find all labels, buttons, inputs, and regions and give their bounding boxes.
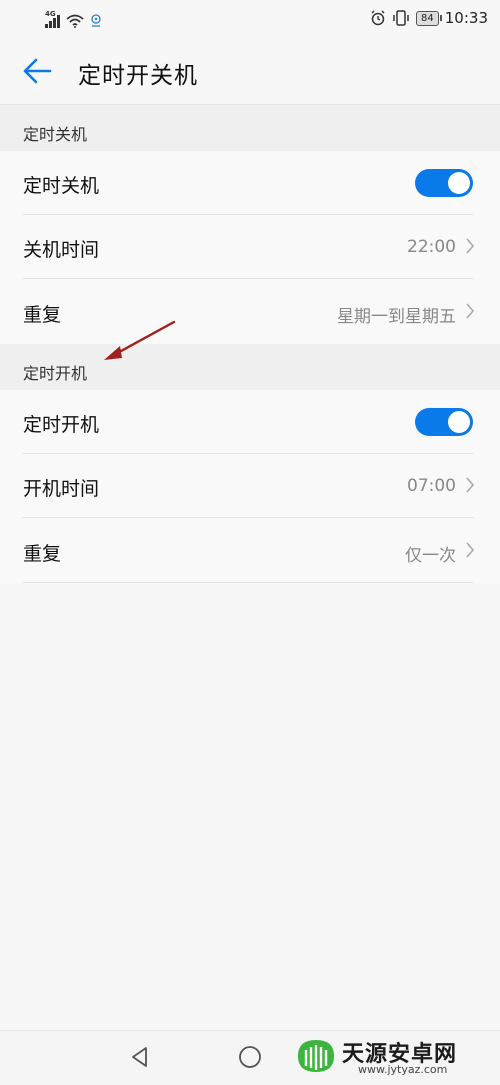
row-value: 22:00 [407,237,456,257]
network-type: 4G [45,10,56,18]
section-title: 定时开机 [23,364,88,383]
row-label: 定时开机 [23,414,100,436]
watermark: 天源安卓网 www.jytyaz.com [294,1034,494,1080]
row-value: 星期一到星期五 [337,307,456,327]
divider [23,517,473,518]
chevron-right-icon [466,477,475,493]
startup-toggle-row[interactable]: 定时开机 [0,390,500,454]
shutdown-repeat-row[interactable]: 重复 星期一到星期五 [0,280,500,344]
section-header-startup: 定时开机 [0,344,500,390]
clock: 10:33 [444,9,488,27]
row-value: 仅一次 [405,546,456,566]
status-left: 4G [45,10,102,28]
shutdown-time-row[interactable]: 关机时间 22:00 [0,215,500,279]
watermark-url: www.jytyaz.com [358,1063,448,1076]
watermark-logo-icon [298,1040,334,1072]
vibrate-icon [393,10,409,26]
row-label: 定时关机 [23,175,100,197]
divider [23,582,473,583]
startup-repeat-row[interactable]: 重复 仅一次 [0,519,500,583]
toggle-knob [448,411,470,433]
row-label: 重复 [23,543,62,565]
nav-back-icon[interactable] [126,1043,154,1071]
notification-icon [90,14,101,27]
wifi-icon [65,14,84,28]
back-arrow-icon[interactable] [22,58,52,84]
app-bar: 定时开关机 [0,38,500,105]
startup-toggle[interactable] [415,408,473,436]
section-title: 定时关机 [23,125,88,144]
row-label: 重复 [23,304,62,326]
shutdown-toggle[interactable] [415,169,473,197]
row-value: 07:00 [407,476,456,496]
row-label: 开机时间 [23,478,100,500]
page-title: 定时开关机 [78,63,198,89]
chevron-right-icon [466,542,475,558]
chevron-right-icon [466,238,475,254]
alarm-icon [371,10,385,26]
section-header-shutdown: 定时关机 [0,105,500,151]
status-right: 84 10:33 [370,9,488,27]
startup-time-row[interactable]: 开机时间 07:00 [0,454,500,518]
row-label: 关机时间 [23,239,100,261]
status-bar: 4G 84 10:33 [0,0,500,38]
shutdown-toggle-row[interactable]: 定时关机 [0,151,500,215]
divider [23,278,473,279]
chevron-right-icon [466,303,475,319]
toggle-knob [448,172,470,194]
cellular-signal-icon: 4G [45,10,60,28]
annotation-arrow-icon [104,320,176,360]
battery-indicator: 84 [416,10,442,26]
nav-home-icon[interactable] [236,1043,264,1071]
